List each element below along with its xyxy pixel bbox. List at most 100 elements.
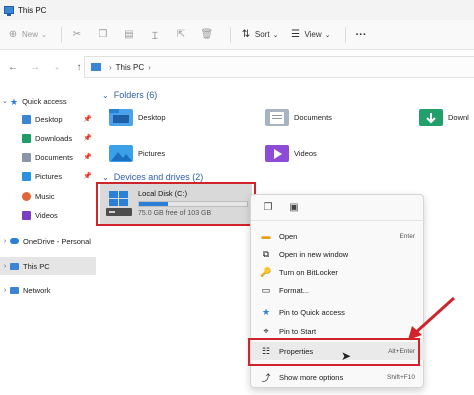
folders-group-header[interactable]: ⌄ Folders (6) bbox=[102, 90, 157, 100]
expand-chevron-icon[interactable]: ⌄ bbox=[0, 97, 10, 105]
sort-icon: ⇅ bbox=[241, 29, 251, 40]
sort-button[interactable]: ⇅ Sort ⌄ bbox=[241, 29, 279, 40]
sidebar-item-pictures[interactable]: Pictures 📌 bbox=[0, 167, 96, 185]
copy-button[interactable]: ❐ bbox=[98, 29, 112, 40]
folder-documents[interactable]: Documents bbox=[264, 106, 332, 128]
chevron-down-icon: ⌄ bbox=[324, 31, 331, 39]
window-title: This PC bbox=[18, 5, 47, 15]
toolbar-divider bbox=[344, 26, 346, 43]
delete-button[interactable]: 🗑 bbox=[200, 29, 216, 40]
folder-pictures[interactable]: Pictures bbox=[108, 142, 165, 164]
pin-start-icon: ⌖ bbox=[263, 325, 269, 336]
sidebar-item-network[interactable]: › Network bbox=[0, 281, 96, 299]
view-icon: ☰ bbox=[290, 29, 300, 40]
star-icon: ★ bbox=[10, 96, 19, 107]
share-button[interactable]: ⇱ bbox=[176, 29, 190, 40]
network-icon bbox=[10, 286, 19, 294]
documents-folder-icon bbox=[265, 109, 289, 126]
pin-icon: 📌 bbox=[83, 116, 92, 123]
breadcrumb-this-pc[interactable]: This PC bbox=[116, 63, 144, 72]
format-icon: ▭ bbox=[261, 284, 271, 295]
more-icon: ··· bbox=[355, 28, 367, 41]
annotation-arrow-icon bbox=[408, 296, 456, 340]
sidebar-item-documents[interactable]: Documents 📌 bbox=[0, 148, 96, 166]
sidebar-item-quick-access[interactable]: ⌄ ★ Quick access bbox=[0, 92, 96, 110]
context-quick-actions: ❐ ▣ bbox=[251, 195, 425, 221]
sidebar-item-desktop[interactable]: Desktop 📌 bbox=[0, 110, 96, 128]
downloads-icon bbox=[22, 133, 31, 143]
chevron-down-icon: ⌄ bbox=[272, 31, 279, 39]
collapse-chevron-icon: ⌄ bbox=[102, 90, 109, 100]
pin-icon: 📌 bbox=[83, 173, 92, 180]
onedrive-icon bbox=[10, 238, 19, 244]
pin-icon: 📌 bbox=[83, 135, 92, 142]
expand-chevron-icon[interactable]: › bbox=[0, 263, 10, 270]
folder-desktop[interactable]: Desktop bbox=[108, 106, 166, 128]
paste-icon: ▤ bbox=[124, 29, 134, 40]
toolbar-divider bbox=[229, 26, 231, 43]
downloads-folder-icon bbox=[419, 109, 443, 126]
sidebar-item-this-pc[interactable]: › This PC bbox=[0, 257, 96, 275]
navigation-bar: ← → ⌄ ↑ › This PC › bbox=[0, 50, 474, 84]
cut-icon: ✂ bbox=[72, 29, 82, 40]
documents-icon bbox=[22, 152, 31, 162]
drive-highlight-box bbox=[96, 182, 256, 226]
collapse-chevron-icon: ⌄ bbox=[102, 172, 109, 182]
videos-folder-icon bbox=[265, 145, 289, 162]
sidebar-item-downloads[interactable]: Downloads 📌 bbox=[0, 129, 96, 147]
new-plus-icon: ⊕ bbox=[8, 29, 18, 40]
pc-icon bbox=[4, 6, 14, 16]
pictures-icon bbox=[22, 171, 31, 181]
navigation-pane: ⌄ ★ Quick access Desktop 📌 Downloads 📌 D… bbox=[0, 84, 96, 395]
copy-icon[interactable]: ❐ bbox=[261, 202, 275, 213]
rename-button[interactable]: Ɪ bbox=[150, 30, 164, 42]
view-button[interactable]: ☰ View ⌄ bbox=[290, 29, 331, 40]
videos-icon bbox=[22, 210, 31, 220]
rename-icon[interactable]: ▣ bbox=[287, 202, 301, 213]
back-arrow-icon[interactable]: ← bbox=[6, 62, 20, 73]
toolbar-divider bbox=[60, 26, 62, 43]
new-button[interactable]: ⊕ New ⌄ bbox=[8, 29, 47, 40]
music-icon bbox=[22, 191, 31, 201]
folder-downloads[interactable]: Downl bbox=[418, 106, 469, 128]
pictures-folder-icon bbox=[109, 145, 133, 162]
menu-item-show-more[interactable]: ⤴ Show more options Shift+F10 bbox=[251, 368, 425, 386]
breadcrumb-chevron-icon: › bbox=[109, 62, 112, 72]
menu-item-open-new-window[interactable]: ⧉ Open in new window bbox=[251, 245, 425, 263]
sidebar-item-onedrive[interactable]: › OneDrive - Personal bbox=[0, 232, 96, 250]
command-bar: ⊕ New ⌄ ✂ ❐ ▤ Ɪ ⇱ 🗑 ⇅ Sort ⌄ ☰ View ⌄ ··… bbox=[0, 20, 474, 50]
pc-icon bbox=[91, 63, 101, 71]
pc-icon bbox=[10, 262, 19, 270]
mouse-cursor-icon: ➤ bbox=[341, 349, 352, 363]
share-icon: ⇱ bbox=[176, 29, 186, 40]
copy-icon: ❐ bbox=[98, 29, 108, 40]
more-options-icon: ⤴ bbox=[261, 372, 271, 383]
cut-button[interactable]: ✂ bbox=[72, 29, 86, 40]
menu-item-bitlocker[interactable]: 🔑 Turn on BitLocker bbox=[251, 263, 425, 281]
more-button[interactable]: ··· bbox=[356, 29, 367, 41]
devices-group-header[interactable]: ⌄ Devices and drives (2) bbox=[102, 172, 203, 182]
sidebar-item-music[interactable]: Music bbox=[0, 187, 96, 205]
recent-chevron-icon[interactable]: ⌄ bbox=[50, 63, 64, 71]
pin-icon: ★ bbox=[261, 306, 271, 317]
sidebar-item-videos[interactable]: Videos bbox=[0, 206, 96, 224]
paste-button[interactable]: ▤ bbox=[124, 29, 138, 40]
bitlocker-icon: 🔑 bbox=[260, 266, 272, 277]
new-window-icon: ⧉ bbox=[262, 248, 270, 259]
properties-highlight-box bbox=[248, 338, 420, 366]
breadcrumb-chevron-icon: › bbox=[148, 62, 151, 72]
expand-chevron-icon[interactable]: › bbox=[0, 238, 10, 245]
expand-chevron-icon[interactable]: › bbox=[0, 287, 10, 294]
forward-arrow-icon[interactable]: → bbox=[28, 62, 42, 73]
desktop-folder-icon bbox=[109, 109, 133, 126]
title-bar: This PC bbox=[0, 0, 474, 20]
rename-icon: Ɪ bbox=[152, 30, 158, 42]
delete-icon: 🗑 bbox=[200, 29, 214, 40]
chevron-down-icon: ⌄ bbox=[41, 31, 47, 39]
folder-videos[interactable]: Videos bbox=[264, 142, 317, 164]
open-folder-icon: ▬ bbox=[261, 231, 271, 241]
pin-icon: 📌 bbox=[83, 154, 92, 161]
address-bar[interactable]: › This PC › bbox=[84, 56, 474, 78]
menu-item-open[interactable]: ▬ Open Enter bbox=[251, 227, 425, 245]
desktop-icon bbox=[22, 114, 31, 124]
